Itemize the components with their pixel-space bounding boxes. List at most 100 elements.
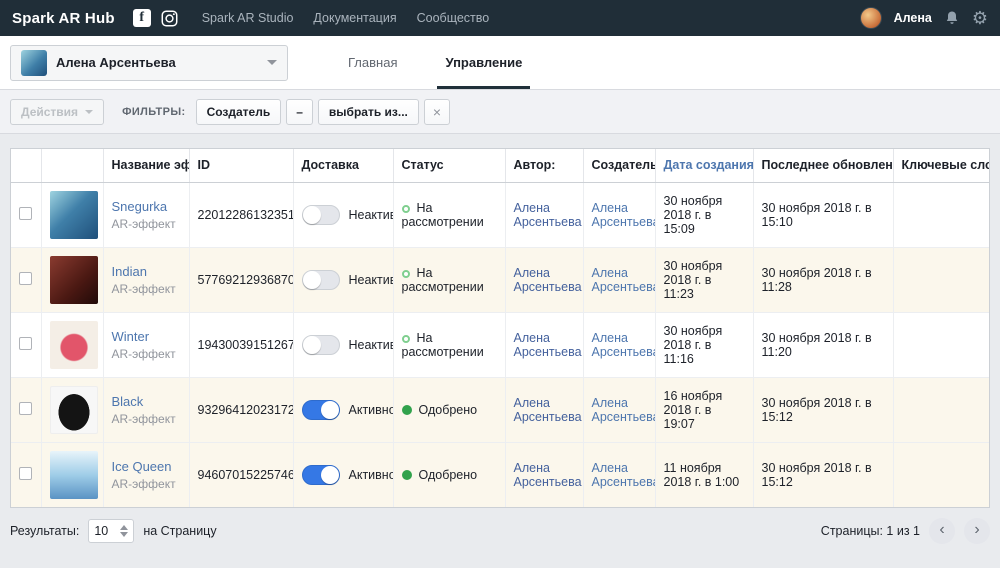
- tab-home[interactable]: Главная: [342, 36, 403, 89]
- effect-id: 577692129368702: [189, 247, 293, 312]
- row-checkbox[interactable]: [19, 337, 32, 350]
- tab-manage[interactable]: Управление: [439, 36, 528, 89]
- row-checkbox[interactable]: [19, 207, 32, 220]
- header-id[interactable]: ID: [189, 149, 293, 182]
- delivery-toggle[interactable]: [302, 400, 340, 420]
- header-thumb: [41, 149, 103, 182]
- delivery-label: Активно: [349, 468, 394, 482]
- header-updated[interactable]: Последнее обновление: [753, 149, 893, 182]
- profile-selector[interactable]: Алена Арсентьева: [10, 45, 288, 81]
- effect-name-link[interactable]: Winter: [112, 329, 181, 344]
- app-logo: Spark AR Hub: [12, 10, 115, 27]
- effect-thumbnail[interactable]: [50, 321, 98, 369]
- user-avatar[interactable]: [860, 7, 882, 29]
- nav-documentation[interactable]: Документация: [313, 11, 396, 25]
- actions-button[interactable]: Действия: [10, 99, 104, 125]
- updated-cell: 30 ноября 2018 г. в 15:10: [753, 182, 893, 247]
- nav-spark-ar-studio[interactable]: Spark AR Studio: [202, 11, 294, 25]
- table-header-row: Название эффекта ID Доставка Статус Авто…: [11, 149, 990, 182]
- row-checkbox[interactable]: [19, 272, 32, 285]
- effect-type: AR-эффект: [112, 412, 181, 426]
- delivery-toggle[interactable]: [302, 205, 340, 225]
- effect-thumbnail[interactable]: [50, 451, 98, 499]
- delivery-toggle[interactable]: [302, 270, 340, 290]
- next-page-button[interactable]: ›: [964, 518, 990, 544]
- creator-link[interactable]: Алена Арсентьева: [583, 247, 655, 312]
- updated-cell: 30 ноября 2018 г. в 15:12: [753, 377, 893, 442]
- table-row: Ice Queen AR-эффект 946070152257465 Акти…: [11, 442, 990, 507]
- creator-link[interactable]: Алена Арсентьева: [583, 442, 655, 507]
- keywords-cell: [893, 312, 990, 377]
- keywords-cell: [893, 182, 990, 247]
- effect-name-link[interactable]: Indian: [112, 264, 181, 279]
- updated-cell: 30 ноября 2018 г. в 15:12: [753, 442, 893, 507]
- filter-value-button[interactable]: выбрать из...: [318, 99, 419, 125]
- results-label: Результаты:: [10, 524, 79, 538]
- stepper-down-icon[interactable]: [120, 532, 128, 537]
- status-label: Одобрено: [419, 468, 478, 482]
- toggle-knob: [303, 336, 321, 354]
- header-status[interactable]: Статус: [393, 149, 505, 182]
- delivery-label: Неактивно: [349, 208, 394, 222]
- header-keywords[interactable]: Ключевые слова: [893, 149, 990, 182]
- creator-link[interactable]: Алена Арсентьева: [583, 312, 655, 377]
- header-created[interactable]: Дата создания: [655, 149, 753, 182]
- keywords-cell: [893, 377, 990, 442]
- delivery-label: Неактивно: [349, 338, 394, 352]
- bell-icon[interactable]: [944, 10, 960, 26]
- stepper-arrows[interactable]: [120, 525, 128, 537]
- status-label: Одобрено: [419, 403, 478, 417]
- status-approved-icon: [402, 470, 412, 480]
- instagram-icon[interactable]: [161, 10, 178, 27]
- header-name[interactable]: Название эффекта: [103, 149, 189, 182]
- per-page-stepper[interactable]: 10: [88, 519, 134, 543]
- status-label: На рассмотрении: [402, 331, 484, 359]
- row-checkbox[interactable]: [19, 467, 32, 480]
- user-name[interactable]: Алена: [894, 11, 932, 25]
- table-row: Snegurka AR-эффект 2201228613235102 Неак…: [11, 182, 990, 247]
- chevron-down-icon: [267, 60, 277, 70]
- filter-field-button[interactable]: Создатель: [196, 99, 282, 125]
- delivery-toggle[interactable]: [302, 335, 340, 355]
- created-cell: 30 ноября 2018 г. в 15:09: [655, 182, 753, 247]
- effect-type: AR-эффект: [112, 282, 181, 296]
- facebook-icon[interactable]: f: [133, 9, 151, 27]
- effect-id: 194300391512674: [189, 312, 293, 377]
- toggle-knob: [321, 466, 339, 484]
- effect-thumbnail[interactable]: [50, 386, 98, 434]
- header-delivery[interactable]: Доставка: [293, 149, 393, 182]
- author-cell: Алена Арсентьева: [505, 377, 583, 442]
- effect-type: AR-эффект: [112, 347, 181, 361]
- close-icon: ×: [433, 104, 441, 120]
- effect-thumbnail[interactable]: [50, 256, 98, 304]
- row-checkbox[interactable]: [19, 402, 32, 415]
- filter-bar: Действия ФИЛЬТРЫ: Создатель – выбрать из…: [0, 90, 1000, 134]
- toggle-knob: [321, 401, 339, 419]
- filter-remove-button[interactable]: ×: [424, 99, 450, 125]
- table-row: Winter AR-эффект 194300391512674 Неактив…: [11, 312, 990, 377]
- header-author[interactable]: Автор:: [505, 149, 583, 182]
- author-cell: Алена Арсентьева: [505, 182, 583, 247]
- chevron-right-icon: ›: [974, 521, 979, 539]
- effect-name-link[interactable]: Ice Queen: [112, 459, 181, 474]
- filter-operator-button[interactable]: –: [286, 99, 313, 125]
- prev-page-button[interactable]: ‹: [929, 518, 955, 544]
- pagination: Страницы: 1 из 1 ‹ ›: [821, 518, 990, 544]
- header-creator[interactable]: Создатель: [583, 149, 655, 182]
- effect-id: 2201228613235102: [189, 182, 293, 247]
- stepper-up-icon[interactable]: [120, 525, 128, 530]
- table-row: Black AR-эффект 932964120231726 Активно …: [11, 377, 990, 442]
- actions-button-label: Действия: [21, 105, 78, 119]
- effect-thumbnail[interactable]: [50, 191, 98, 239]
- effect-name-link[interactable]: Black: [112, 394, 181, 409]
- creator-link[interactable]: Алена Арсентьева: [583, 182, 655, 247]
- effect-name-link[interactable]: Snegurka: [112, 199, 181, 214]
- profile-avatar: [21, 50, 47, 76]
- nav-community[interactable]: Сообщество: [417, 11, 490, 25]
- pages-label: Страницы: 1 из 1: [821, 524, 920, 538]
- creator-link[interactable]: Алена Арсентьева: [583, 377, 655, 442]
- delivery-toggle[interactable]: [302, 465, 340, 485]
- gear-icon[interactable]: ⚙: [972, 9, 988, 27]
- author-cell: Алена Арсентьева: [505, 312, 583, 377]
- delivery-label: Активно: [349, 403, 394, 417]
